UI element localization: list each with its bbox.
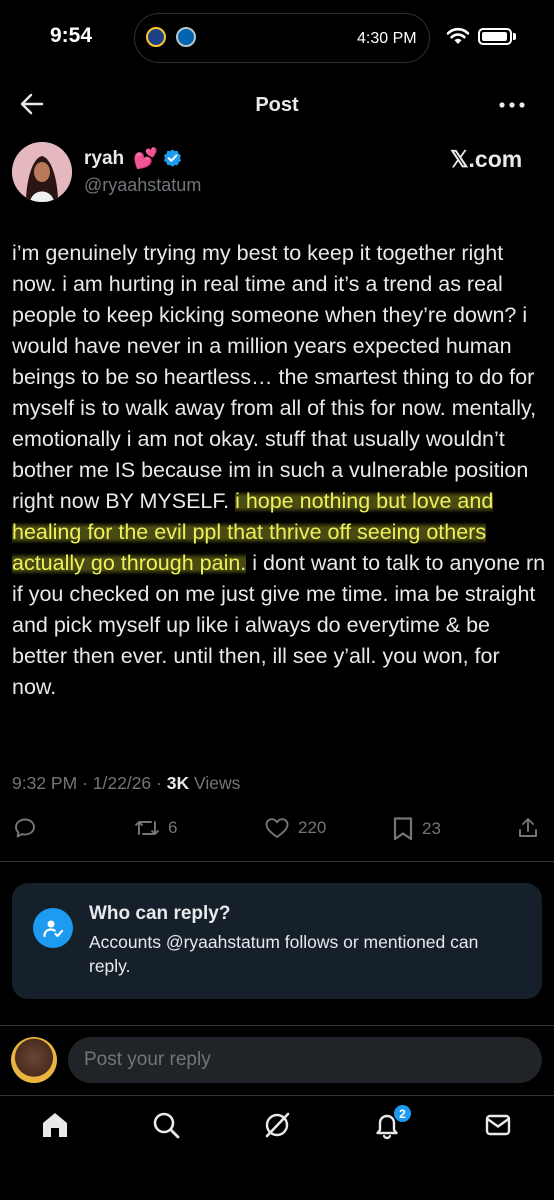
post-time: 9:32 PM [12,773,78,793]
meta-separator: · [82,773,88,793]
basketball-team-icon [146,27,166,47]
basketball-team-icon [176,27,196,47]
page-title: Post [255,94,299,116]
heart-icon [265,818,289,838]
repost-count: 6 [168,818,178,837]
who-can-reply-text: Accounts @ryaahstatum follows or mention… [89,932,479,976]
bookmark-button[interactable]: 23 [392,816,441,842]
battery-tip [513,33,516,40]
wifi-icon [446,27,470,44]
divider [0,1095,554,1096]
notifications-badge: 2 [393,1104,412,1123]
meta-separator: · [156,773,162,793]
views-count[interactable]: 3K [167,773,189,793]
author-name[interactable]: ryah [84,148,124,170]
user-check-glyph [43,920,64,938]
status-time: 9:54 [50,24,93,47]
reply-icon [15,818,35,838]
live-activity-time: 4:30 PM [357,30,417,47]
post-text-part: i’m genuinely trying my best to keep it … [12,241,537,513]
tab-search[interactable] [148,1107,184,1143]
author-emoji: 💕 [133,148,158,170]
grok-icon [265,1112,290,1138]
messages-icon [485,1114,511,1136]
tab-messages[interactable] [480,1107,516,1143]
divider [0,1025,554,1026]
user-check-icon [33,908,73,948]
current-user-avatar[interactable] [11,1037,57,1083]
repost-icon [135,821,159,835]
share-icon [519,818,537,837]
like-button[interactable]: 220 [264,816,326,840]
bookmark-count: 23 [422,819,441,838]
views-label: Views [193,773,241,793]
who-can-reply-title: Who can reply? [89,903,231,924]
post-date: 1/22/26 [92,773,152,793]
like-count: 220 [298,818,327,837]
search-icon [153,1112,180,1139]
divider [0,861,554,862]
post-meta: 9:32 PM · 1/22/26 · 3K Views [12,773,240,794]
share-button[interactable] [516,816,540,840]
bookmark-icon [393,817,413,841]
x-com-watermark: 𝕏.com [450,146,523,172]
tab-home[interactable] [37,1107,73,1143]
verified-badge-icon[interactable] [162,148,183,169]
author-handle[interactable]: @ryaahstatum [84,175,201,196]
repost-button[interactable]: 6 [134,816,177,840]
tab-grok[interactable] [259,1107,295,1143]
author-avatar[interactable] [12,142,72,202]
post-text: i’m genuinely trying my best to keep it … [12,238,546,703]
reply-button[interactable] [13,816,45,840]
battery-icon [478,28,512,45]
avatar-image [12,142,72,202]
reply-input[interactable] [68,1037,542,1083]
home-icon [43,1113,67,1137]
more-horizontal-icon[interactable] [498,100,526,110]
